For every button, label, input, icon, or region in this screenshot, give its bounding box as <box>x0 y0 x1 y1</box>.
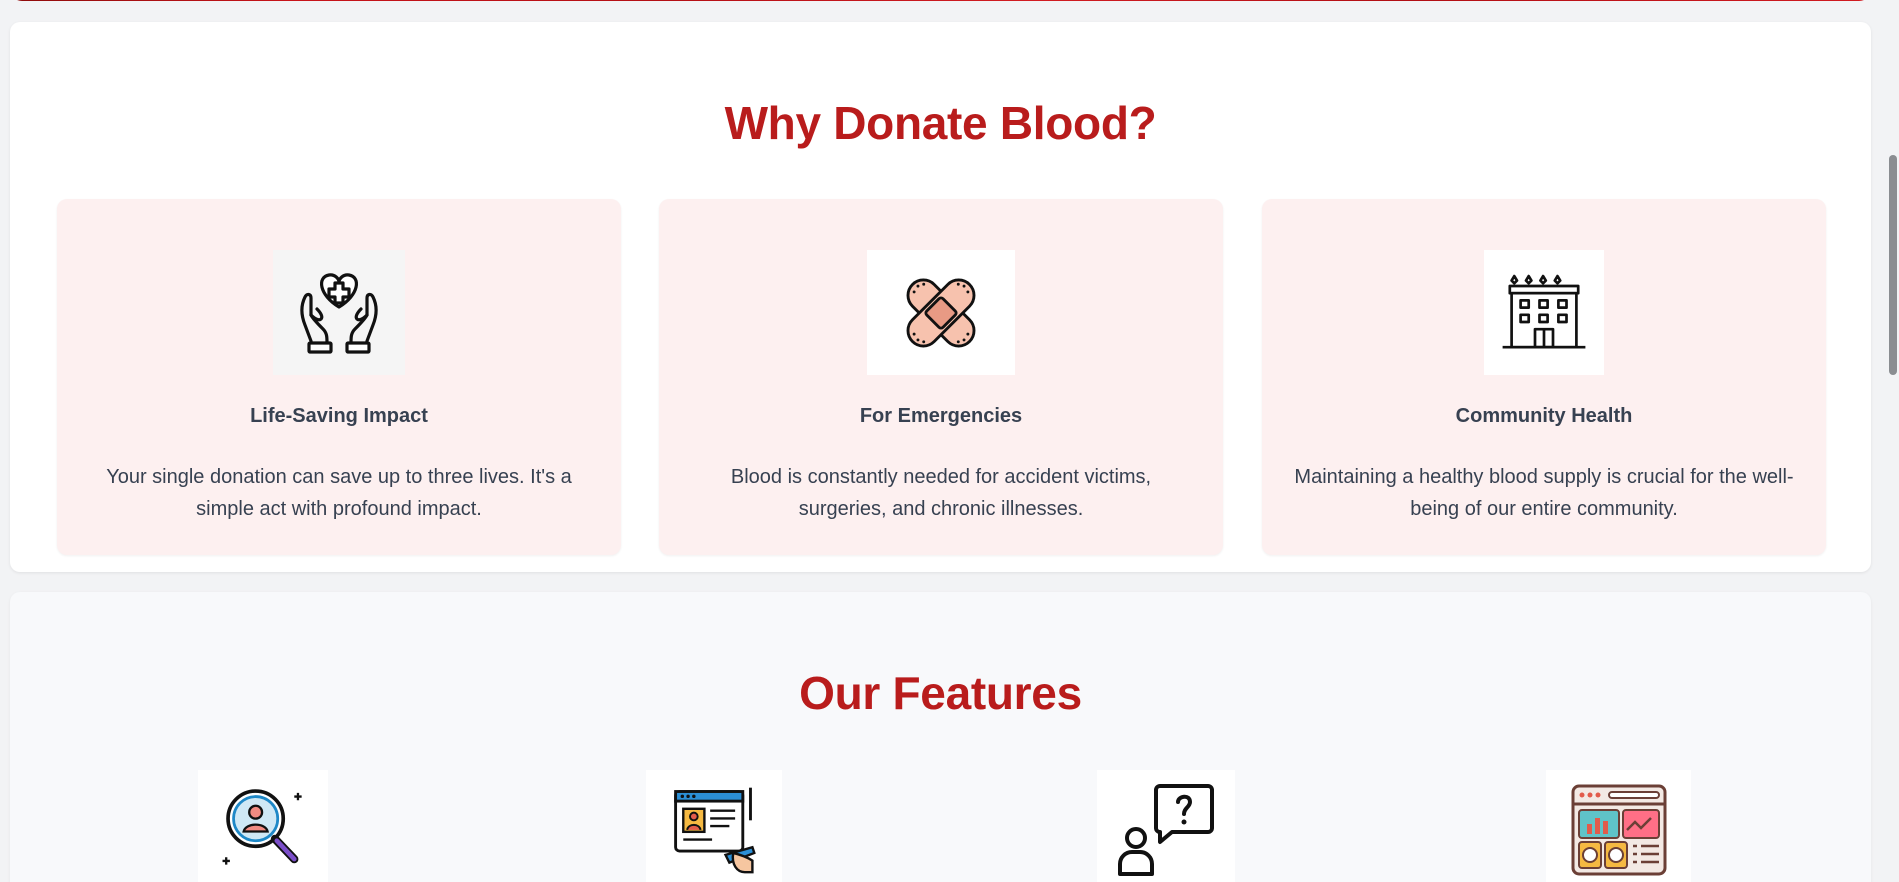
card-description: Maintaining a healthy blood supply is cr… <box>1294 466 1794 520</box>
card-life-saving-impact: Life-Saving Impact Your single donation … <box>57 199 621 555</box>
bandage-icon <box>867 250 1015 375</box>
why-donate-title: Why Donate Blood? <box>724 97 1157 149</box>
features-section: Our Features <box>10 592 1871 882</box>
card-title: For Emergencies <box>859 405 1023 427</box>
scrollbar-thumb[interactable] <box>1889 155 1897 375</box>
donor-search-icon <box>198 770 328 882</box>
card-community-health: Community Health Maintaining a healthy b… <box>1262 199 1826 555</box>
hospital-building-icon <box>1484 250 1604 375</box>
page: Why Donate Blood? Life-Saving Impact You… <box>0 0 1899 882</box>
dashboard-icon <box>1546 770 1691 882</box>
help-question-icon <box>1097 770 1235 882</box>
card-title: Community Health <box>1455 405 1633 427</box>
registration-form-icon <box>646 770 782 882</box>
why-donate-section: Why Donate Blood? Life-Saving Impact You… <box>10 22 1871 572</box>
card-description: Blood is constantly needed for accident … <box>730 466 1152 520</box>
page-scrollbar[interactable] <box>1887 0 1899 882</box>
features-title: Our Features <box>799 667 1082 719</box>
heart-hands-icon <box>273 250 405 375</box>
card-description: Your single donation can save up to thre… <box>106 466 572 520</box>
hero-banner-bottom-edge <box>10 0 1871 1</box>
card-for-emergencies: For Emergencies Blood is constantly need… <box>659 199 1223 555</box>
card-title: Life-Saving Impact <box>250 405 428 427</box>
